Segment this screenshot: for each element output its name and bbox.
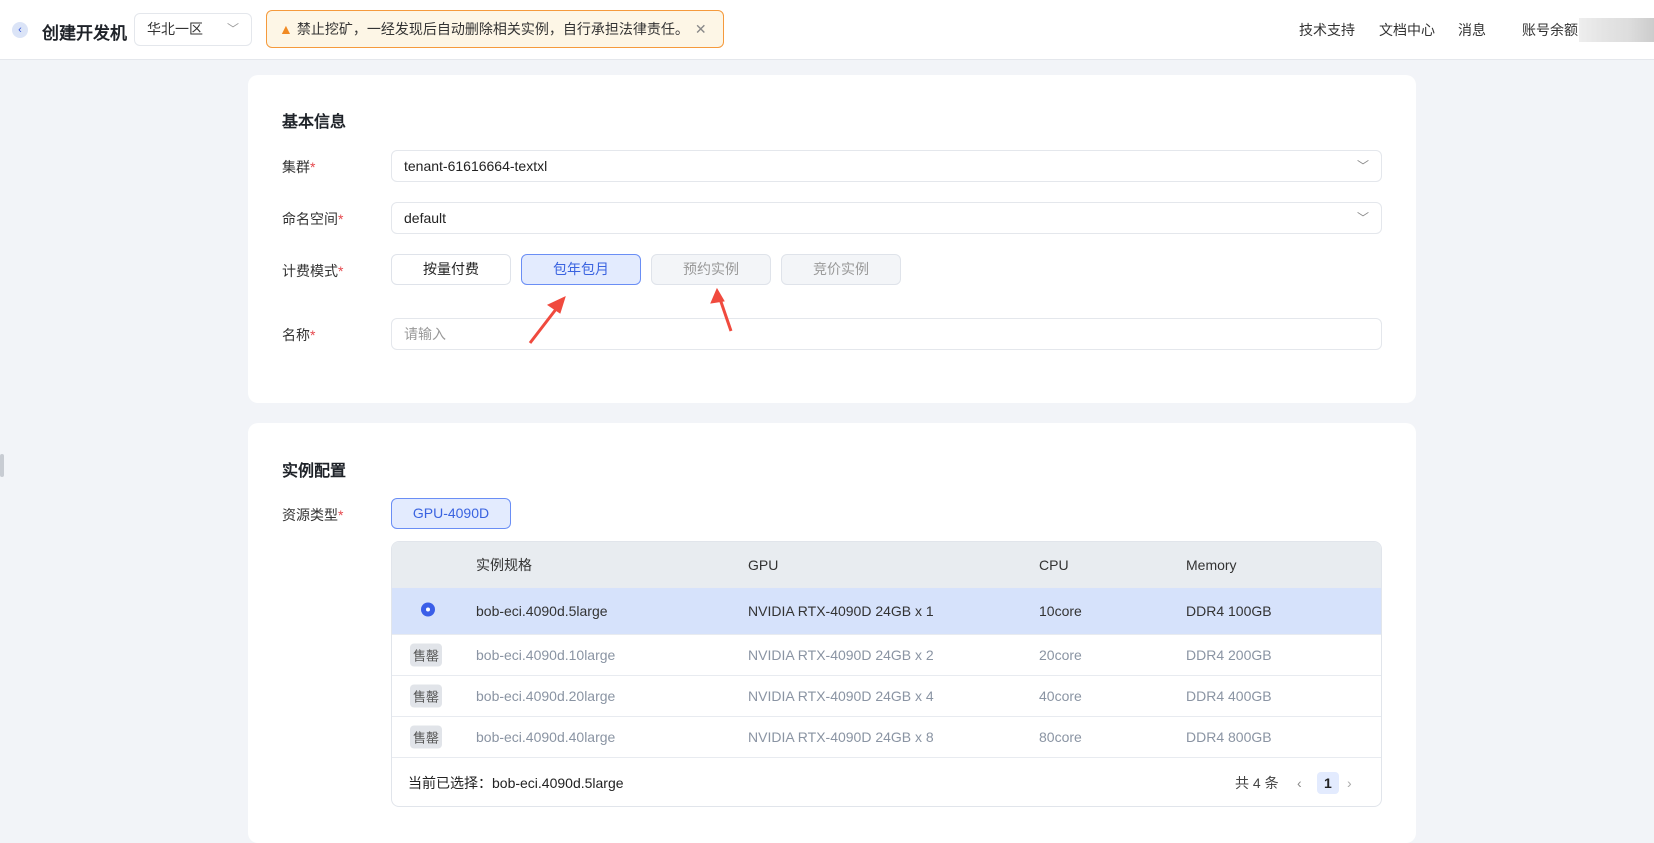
cpu: 10core — [1039, 603, 1082, 619]
col-gpu: GPU — [748, 556, 779, 573]
sold-out-badge: 售罄 — [410, 643, 443, 667]
spec: bob-eci.4090d.20large — [476, 688, 616, 704]
arrow-head-icon — [546, 296, 566, 314]
sold-out-badge: 售罄 — [410, 684, 443, 708]
arrow-head-icon — [710, 287, 725, 304]
table-header: 实例规格 GPU CPU Memory — [392, 542, 1381, 588]
spec: bob-eci.4090d.40large — [476, 729, 616, 745]
radio-selected[interactable] — [421, 602, 435, 620]
table-row: 售罄 bob-eci.4090d.10large NVIDIA RTX-4090… — [392, 635, 1381, 676]
col-memory: Memory — [1186, 556, 1237, 573]
memory: DDR4 200GB — [1186, 647, 1272, 663]
instance-spec-table: 实例规格 GPU CPU Memory bob-eci.4090d.5large… — [391, 541, 1382, 807]
table-row[interactable]: bob-eci.4090d.5large NVIDIA RTX-4090D 24… — [392, 588, 1381, 635]
memory: DDR4 800GB — [1186, 729, 1272, 745]
memory: DDR4 100GB — [1186, 603, 1272, 619]
total-count: 共 4 条 — [1235, 775, 1279, 791]
gpu: NVIDIA RTX-4090D 24GB x 2 — [748, 647, 934, 663]
cpu: 20core — [1039, 647, 1082, 663]
table-row: 售罄 bob-eci.4090d.20large NVIDIA RTX-4090… — [392, 676, 1381, 717]
gpu: NVIDIA RTX-4090D 24GB x 4 — [748, 688, 934, 704]
sold-out-badge: 售罄 — [410, 725, 443, 749]
table-footer: 当前已选择：bob-eci.4090d.5large 共 4 条 ‹ 1 › — [392, 758, 1381, 806]
section-title: 实例配置 — [282, 463, 347, 480]
col-cpu: CPU — [1039, 556, 1069, 573]
prev-page-icon[interactable]: ‹ — [1297, 775, 1302, 791]
page-1[interactable]: 1 — [1317, 772, 1339, 794]
selected-summary: 当前已选择：bob-eci.4090d.5large — [408, 775, 624, 791]
spec: bob-eci.4090d.5large — [476, 603, 608, 619]
cpu: 40core — [1039, 688, 1082, 704]
spec: bob-eci.4090d.10large — [476, 647, 616, 663]
gpu: NVIDIA RTX-4090D 24GB x 8 — [748, 729, 934, 745]
cpu: 80core — [1039, 729, 1082, 745]
gpu: NVIDIA RTX-4090D 24GB x 1 — [748, 603, 934, 619]
resource-type-gpu-4090d[interactable]: GPU-4090D — [391, 498, 511, 529]
table-row: 售罄 bob-eci.4090d.40large NVIDIA RTX-4090… — [392, 717, 1381, 758]
next-page-icon[interactable]: › — [1347, 775, 1352, 791]
col-spec: 实例规格 — [476, 556, 532, 573]
resource-type-label: 资源类型* — [282, 507, 344, 523]
memory: DDR4 400GB — [1186, 688, 1272, 704]
